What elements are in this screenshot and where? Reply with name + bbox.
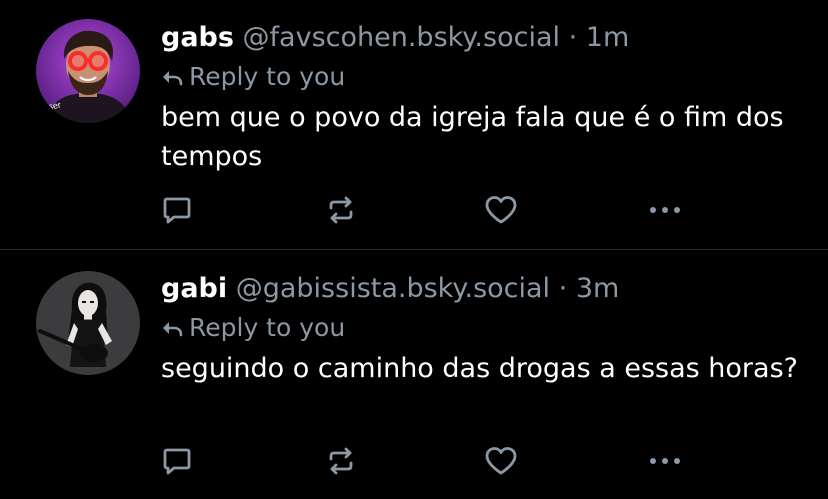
display-name[interactable]: gabs <box>161 22 234 53</box>
reply-arrow-icon <box>163 322 183 337</box>
post-header: gabs @favscohen.bsky.social · 1m <box>161 20 798 56</box>
avatar-image: aiser <box>36 19 140 123</box>
separator-dot: · <box>558 273 568 304</box>
separator-dot: · <box>568 22 578 53</box>
like-button[interactable] <box>481 441 521 481</box>
avatar[interactable] <box>36 271 140 375</box>
post-content: gabi @gabissista.bsky.social · 3m Reply … <box>161 271 798 388</box>
post-content: gabs @favscohen.bsky.social · 1m Reply t… <box>161 20 798 176</box>
repost-icon <box>329 196 353 224</box>
heart-icon <box>485 196 517 224</box>
post-actions <box>161 441 701 481</box>
feed-post[interactable]: aiser gabs @favscohen.bsky.social · 1m R… <box>0 0 828 250</box>
repost-icon <box>329 447 353 475</box>
reply-label: Reply to you <box>189 62 346 91</box>
post-divider <box>0 249 828 250</box>
avatar-image <box>36 271 140 375</box>
feed-post[interactable]: gabi @gabissista.bsky.social · 3m Reply … <box>0 251 828 499</box>
more-dots-icon <box>650 458 680 464</box>
reply-arrow-icon <box>163 71 183 86</box>
display-name[interactable]: gabi <box>161 273 227 304</box>
repost-button[interactable] <box>321 190 361 230</box>
post-timestamp[interactable]: 1m <box>586 22 629 53</box>
reply-context: Reply to you <box>161 311 798 345</box>
user-handle[interactable]: @favscohen.bsky.social <box>243 22 560 53</box>
repost-button[interactable] <box>321 441 361 481</box>
reply-button[interactable] <box>157 441 197 481</box>
avatar[interactable]: aiser <box>36 19 140 123</box>
more-dots-icon <box>650 207 680 213</box>
reply-context: Reply to you <box>161 60 798 94</box>
post-timestamp[interactable]: 3m <box>576 273 619 304</box>
user-handle[interactable]: @gabissista.bsky.social <box>236 273 550 304</box>
post-text: seguindo o caminho das drogas a essas ho… <box>161 353 798 384</box>
comment-icon <box>163 448 191 475</box>
post-text: bem que o povo da igreja fala que é o fi… <box>161 102 784 172</box>
post-actions <box>161 190 701 230</box>
heart-icon <box>485 447 517 475</box>
like-button[interactable] <box>481 190 521 230</box>
more-options-button[interactable] <box>645 441 685 481</box>
reply-button[interactable] <box>157 190 197 230</box>
reply-label: Reply to you <box>189 313 346 342</box>
comment-icon <box>163 197 191 224</box>
post-header: gabi @gabissista.bsky.social · 3m <box>161 271 798 307</box>
more-options-button[interactable] <box>645 190 685 230</box>
